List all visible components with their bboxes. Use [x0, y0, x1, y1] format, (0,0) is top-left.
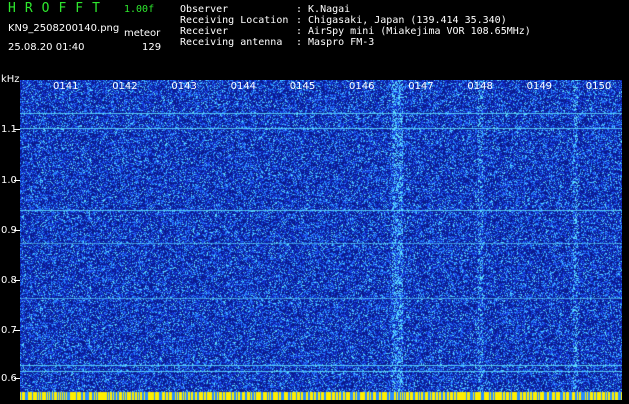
time-label: 0146: [349, 81, 375, 92]
info-value-receiver: : AirSpy mini (Miakejima VOR 108.65MHz): [296, 26, 531, 37]
time-label: 0148: [467, 81, 493, 92]
spectrogram-canvas: [20, 80, 622, 400]
time-label: 0143: [171, 81, 197, 92]
axis-unit-label: kHz: [1, 74, 20, 85]
time-label: 0142: [112, 81, 138, 92]
mode-label: meteor: [124, 28, 161, 39]
time-label: 0147: [408, 81, 434, 92]
info-label-observer: Observer: [180, 4, 229, 15]
spectrogram-panel: 0141 0142 0143 0144 0145 0146 0147 0148 0149 0150: [20, 80, 622, 400]
time-label: 0144: [230, 81, 257, 92]
header-panel: HROFFT 1.00f KN9_2508200140.png meteor 2…: [0, 0, 629, 78]
datetime-label: 25.08.20 01:40: [8, 42, 85, 53]
time-label: 0141: [53, 81, 79, 92]
info-value-observer: : K.Nagai: [296, 4, 351, 15]
count-label: 129: [142, 42, 162, 53]
time-label: 0150: [585, 81, 612, 92]
time-label: 0149: [526, 81, 553, 92]
info-label-receiver: Receiver: [180, 26, 229, 37]
info-value-antenna: : Maspro FM-3: [296, 37, 375, 48]
filename-label: KN9_2508200140.png: [8, 23, 120, 34]
time-label: 0145: [289, 81, 316, 92]
info-label-antenna: Receiving antenna: [180, 37, 283, 48]
info-label-location: Receiving Location: [180, 15, 289, 26]
version-label: 1.00f: [124, 4, 155, 15]
info-value-location: : Chigasaki, Japan (139.414 35.340): [296, 15, 507, 26]
app-title: HROFFT: [8, 1, 109, 16]
